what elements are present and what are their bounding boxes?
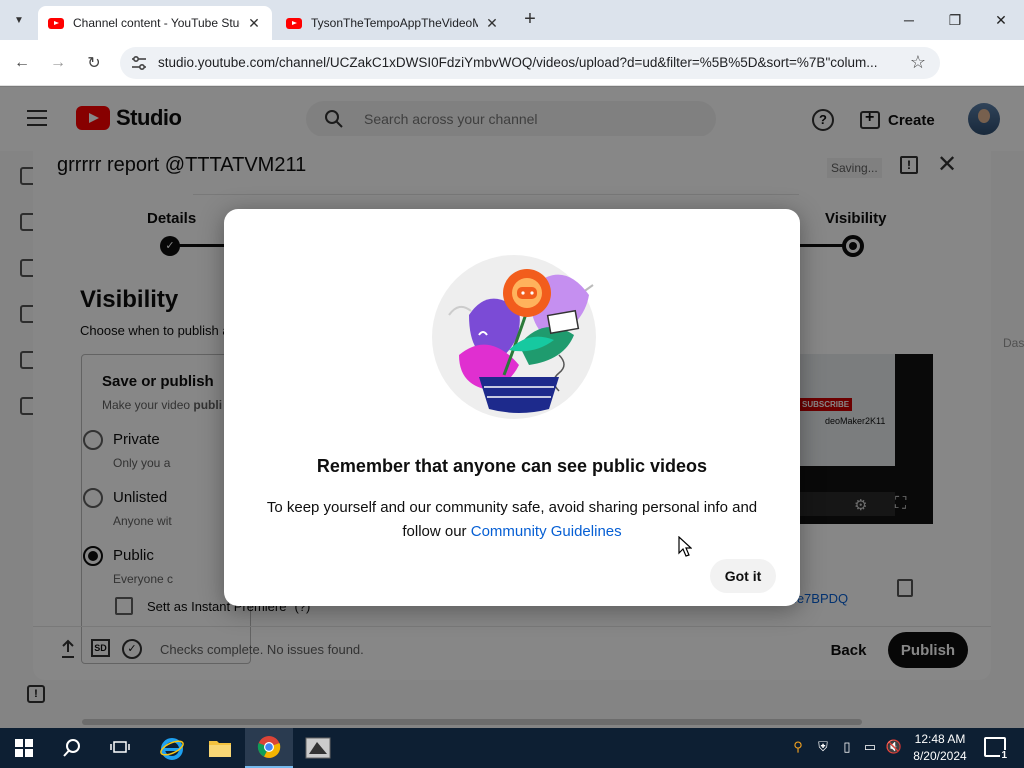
browser-tab-bar: ▼ Channel content - YouTube Studio ✕ Tys… [0, 0, 1024, 40]
minimize-window-button[interactable]: ─ [886, 0, 932, 40]
got-it-button[interactable]: Got it [710, 559, 776, 593]
network-icon[interactable]: ▭ [862, 739, 878, 755]
task-view-icon[interactable] [96, 728, 144, 768]
address-bar[interactable]: studio.youtube.com/channel/UCZakC1xDWSI0… [120, 47, 940, 79]
network-shield-icon[interactable]: ⛨ [815, 739, 831, 755]
close-window-button[interactable]: ✕ [978, 0, 1024, 40]
restore-window-button[interactable]: ❐ [932, 0, 978, 40]
clock-date: 8/20/2024 [913, 749, 967, 763]
new-tab-button[interactable]: + [520, 9, 540, 30]
reload-icon[interactable]: ↻ [82, 51, 106, 75]
windows-taskbar: ⚲ ⛨ ▯ ▭ 🔇 12:48 AM 8/20/2024 1 [0, 728, 1024, 768]
url-text: studio.youtube.com/channel/UCZakC1xDWSI0… [158, 55, 878, 70]
browser-toolbar: ← → ↻ studio.youtube.com/channel/UCZakC1… [0, 40, 1024, 113]
search-tray-icon[interactable]: ⚲ [790, 739, 806, 755]
system-clock[interactable]: 12:48 AM 8/20/2024 [908, 731, 972, 765]
close-tab-icon[interactable]: ✕ [484, 15, 500, 31]
public-warning-dialog: Remember that anyone can see public vide… [224, 209, 800, 606]
tab-title: TysonTheTempoAppTheVideoMaker [311, 16, 478, 30]
flower-pot-illustration [432, 255, 596, 419]
tab-tyson-video[interactable]: TysonTheTempoAppTheVideoMaker ✕ [276, 6, 510, 40]
internet-explorer-icon[interactable] [148, 728, 196, 768]
youtube-favicon-icon [286, 17, 302, 29]
forward-arrow-icon[interactable]: → [46, 51, 70, 75]
notification-count: 1 [1000, 750, 1008, 761]
tab-channel-content[interactable]: Channel content - YouTube Studio ✕ [38, 6, 272, 40]
clock-time: 12:48 AM [914, 732, 966, 746]
close-tab-icon[interactable]: ✕ [246, 15, 262, 31]
dialog-title: Remember that anyone can see public vide… [316, 456, 708, 476]
search-icon[interactable] [48, 728, 96, 768]
tab-search-chevron-icon[interactable]: ▼ [8, 9, 30, 31]
back-arrow-icon[interactable]: ← [10, 51, 34, 75]
volume-muted-icon[interactable]: 🔇 [886, 739, 902, 755]
action-center-icon[interactable]: 1 [984, 737, 1008, 761]
chrome-icon[interactable] [245, 728, 293, 768]
video-app-icon[interactable] [294, 728, 342, 768]
youtube-favicon-icon [48, 17, 64, 29]
site-settings-icon[interactable] [130, 54, 148, 72]
start-windows-icon[interactable] [0, 728, 48, 768]
community-guidelines-link[interactable]: Community Guidelines [471, 523, 622, 540]
battery-icon[interactable]: ▯ [839, 739, 855, 755]
bookmark-star-icon[interactable]: ☆ [910, 52, 926, 73]
mouse-pointer-icon [678, 536, 692, 557]
tab-title: Channel content - YouTube Studio [73, 16, 240, 30]
file-explorer-icon[interactable] [196, 728, 244, 768]
